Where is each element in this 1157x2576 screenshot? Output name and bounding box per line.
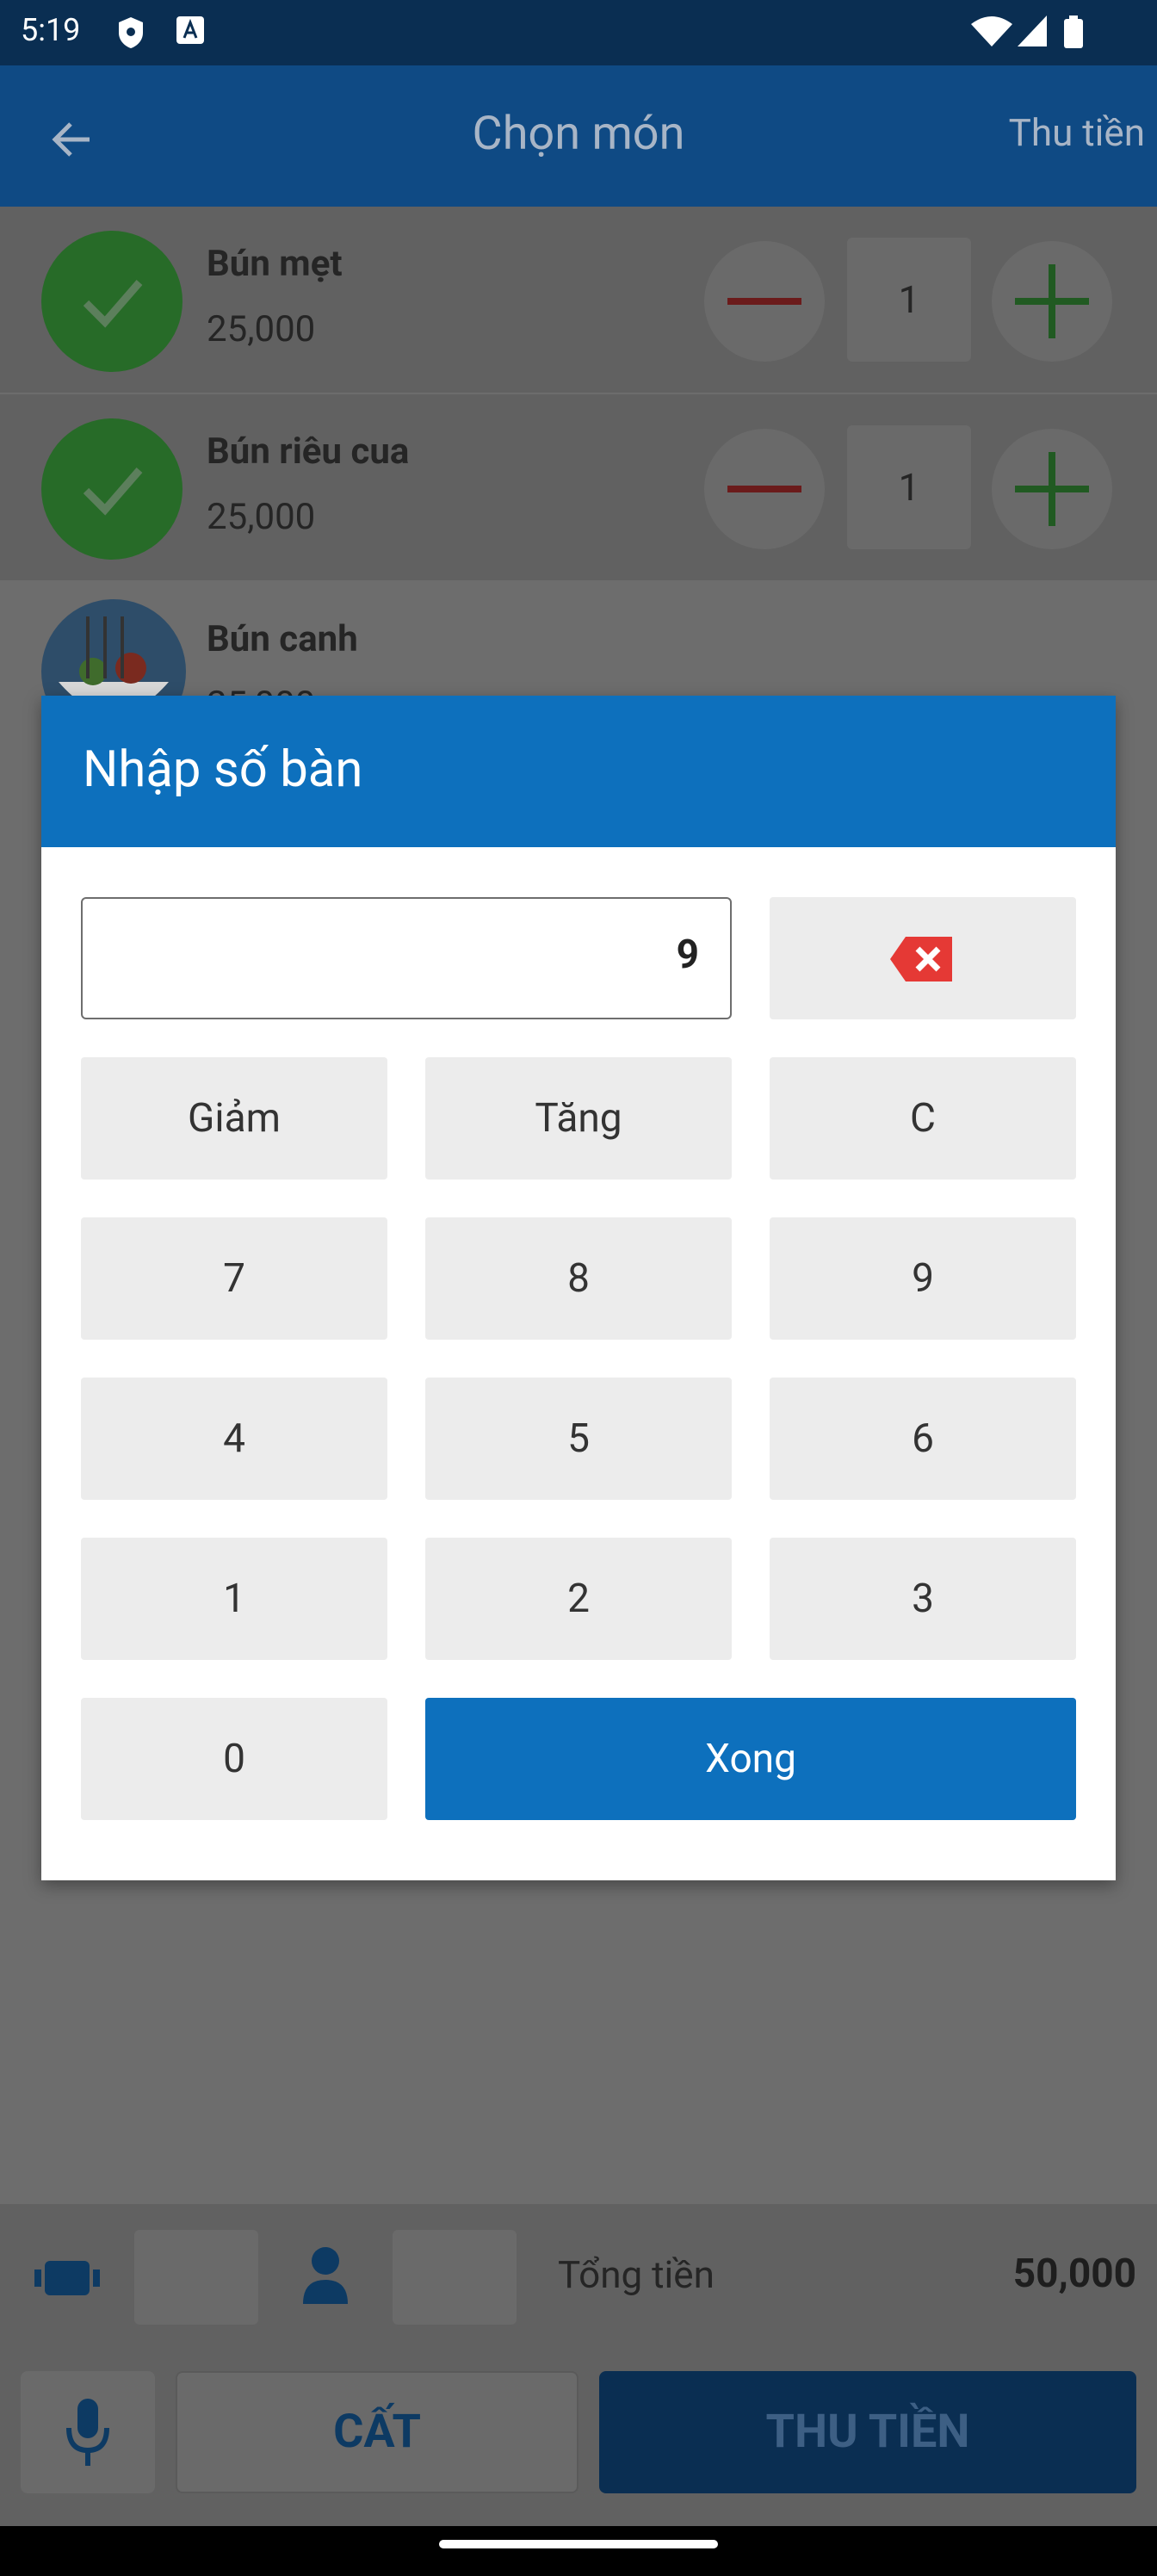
selected-check-badge <box>41 231 183 372</box>
decrease-button[interactable]: Giảm <box>81 1057 387 1180</box>
table-icon <box>34 2261 100 2295</box>
system-nav-bar <box>0 2526 1157 2576</box>
wifi-icon <box>971 16 1012 46</box>
item-name: Bún riêu cua <box>207 430 410 473</box>
key-0[interactable]: 0 <box>81 1698 387 1820</box>
table-number-field[interactable] <box>134 2230 258 2325</box>
increase-qty-button[interactable] <box>992 429 1112 549</box>
check-icon <box>83 280 143 328</box>
key-4[interactable]: 4 <box>81 1378 387 1500</box>
item-price: 25,000 <box>207 496 316 538</box>
key-2[interactable]: 2 <box>425 1538 732 1660</box>
item-name: Bún canh <box>207 618 358 660</box>
list-item[interactable]: Bún riêu cua 25,000 1 <box>0 394 1157 580</box>
backspace-button[interactable] <box>770 897 1076 1019</box>
person-icon <box>303 2247 348 2304</box>
keyboard-a-icon <box>176 16 204 44</box>
home-handle[interactable] <box>439 2540 718 2548</box>
increase-button[interactable]: Tăng <box>425 1057 732 1180</box>
key-5[interactable]: 5 <box>425 1378 732 1500</box>
total-label: Tổng tiền <box>558 2252 715 2297</box>
key-3[interactable]: 3 <box>770 1538 1076 1660</box>
total-value: 50,000 <box>1012 2251 1136 2297</box>
guest-count-field[interactable] <box>393 2230 517 2325</box>
battery-icon <box>1064 15 1083 48</box>
decrease-qty-button[interactable] <box>704 429 825 549</box>
collect-payment-link[interactable]: Thu tiền <box>1009 110 1145 155</box>
dialog-header: Nhập số bàn <box>41 696 1116 847</box>
page-title: Chọn món <box>472 107 685 161</box>
item-price: 25,000 <box>207 308 316 350</box>
qty-field[interactable]: 1 <box>847 425 971 549</box>
key-8[interactable]: 8 <box>425 1217 732 1340</box>
selected-check-badge <box>41 418 183 560</box>
save-button[interactable]: CẤT <box>176 2371 578 2493</box>
backspace-icon <box>890 937 952 981</box>
order-summary-bar: Tổng tiền 50,000 <box>0 2204 1157 2345</box>
item-name: Bún mẹt <box>207 243 343 285</box>
key-1[interactable]: 1 <box>81 1538 387 1660</box>
action-bar: CẤT THU TIỀN <box>0 2345 1157 2526</box>
key-7[interactable]: 7 <box>81 1217 387 1340</box>
key-6[interactable]: 6 <box>770 1378 1076 1500</box>
decrease-qty-button[interactable] <box>704 241 825 362</box>
increase-qty-button[interactable] <box>992 241 1112 362</box>
qty-field[interactable]: 1 <box>847 238 971 362</box>
input-value: 9 <box>676 932 699 978</box>
status-bar: 5:19 <box>0 0 1157 65</box>
status-time: 5:19 <box>21 12 81 48</box>
table-number-dialog: Nhập số bàn 9 Giảm Tăng C 7 8 9 4 5 6 1 … <box>41 696 1116 1880</box>
table-number-input[interactable]: 9 <box>81 897 732 1019</box>
dialog-title: Nhập số bàn <box>83 740 363 799</box>
clear-button[interactable]: C <box>770 1057 1076 1180</box>
app-bar: Chọn món Thu tiền <box>0 65 1157 207</box>
check-icon <box>83 468 143 516</box>
cell-signal-icon <box>1018 15 1047 46</box>
voice-input-button[interactable] <box>21 2371 155 2493</box>
list-item[interactable]: Bún mẹt 25,000 1 <box>0 207 1157 393</box>
microphone-icon <box>66 2399 109 2466</box>
pay-button[interactable]: THU TIỀN <box>599 2371 1136 2493</box>
done-button[interactable]: Xong <box>425 1698 1076 1820</box>
shield-icon <box>119 17 143 48</box>
key-9[interactable]: 9 <box>770 1217 1076 1340</box>
